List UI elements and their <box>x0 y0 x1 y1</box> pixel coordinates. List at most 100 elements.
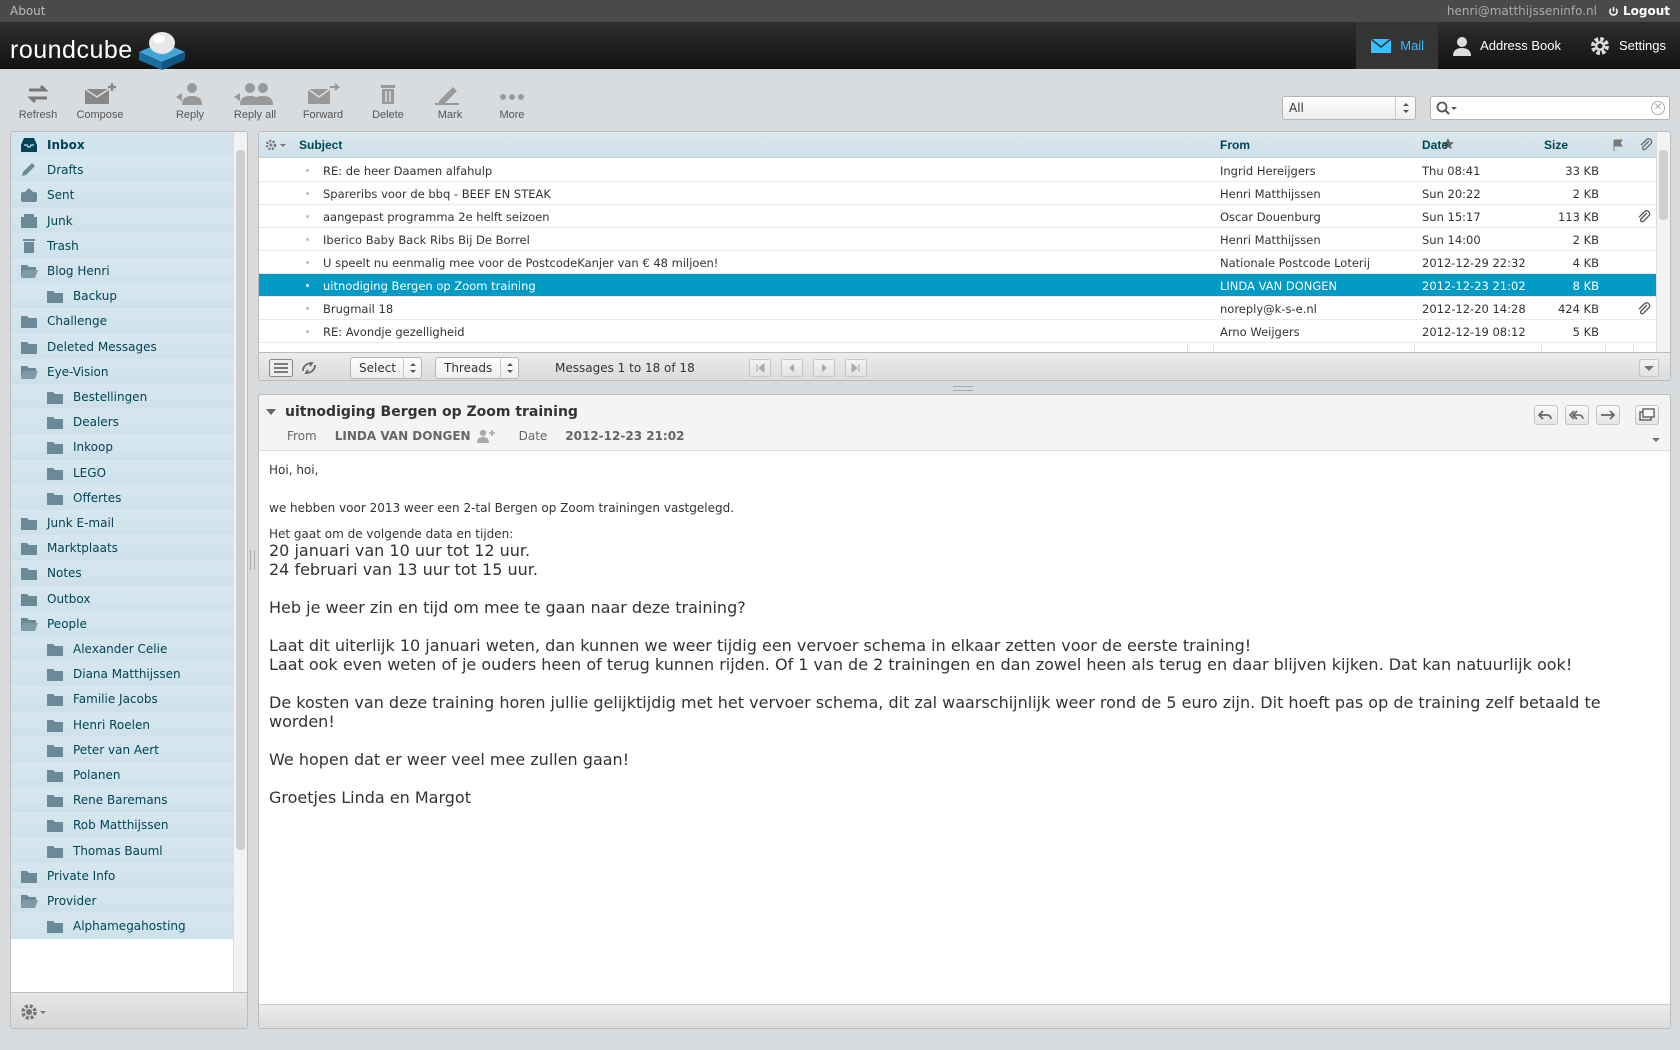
sent-icon <box>19 187 39 203</box>
folder-icon <box>19 515 39 531</box>
folder-item-bestellingen[interactable]: Bestellingen <box>11 384 233 411</box>
folder-item-familie-jacobs[interactable]: Familie Jacobs <box>11 686 233 714</box>
more-button[interactable]: More <box>482 83 542 121</box>
col-date[interactable]: Date <box>1422 138 1448 152</box>
filter-select[interactable]: All <box>1282 96 1416 120</box>
folder-item-offertes[interactable]: Offertes <box>11 484 233 512</box>
task-settings[interactable]: Settings <box>1575 22 1680 69</box>
compose-button[interactable]: Compose <box>70 83 130 121</box>
folder-item-eye-vision[interactable]: Eye-Vision <box>11 358 233 386</box>
collapse-header-icon[interactable] <box>265 407 277 417</box>
preview-reply-button[interactable] <box>1534 405 1558 425</box>
folder-item-polanen[interactable]: Polanen <box>11 762 233 789</box>
list-options-icon[interactable] <box>265 139 289 151</box>
vertical-splitter[interactable] <box>250 550 255 570</box>
preview-header: uitnodiging Bergen op Zoom training From… <box>259 395 1670 451</box>
folder-item-marktplaats[interactable]: Marktplaats <box>11 535 233 563</box>
folder-item-provider[interactable]: Provider <box>11 888 233 915</box>
open-new-window-button[interactable] <box>1635 405 1659 425</box>
folder-item-lego[interactable]: LEGO <box>11 459 233 487</box>
attachment-icon[interactable] <box>1639 138 1653 152</box>
folder-settings-icon[interactable] <box>20 1003 48 1021</box>
folder-item-alphamegahosting[interactable]: Alphamegahosting <box>11 913 233 941</box>
about-link[interactable]: About <box>10 4 45 18</box>
folder-item-drafts[interactable]: Drafts <box>11 157 233 185</box>
folder-item-peter-van-aert[interactable]: Peter van Aert <box>11 736 233 764</box>
thread-toggle-icon[interactable] <box>301 361 319 375</box>
first-page-button[interactable] <box>749 359 771 377</box>
folder-item-inkoop[interactable]: Inkoop <box>11 434 233 462</box>
message-row[interactable]: U speelt nu eenmalig mee voor de Postcod… <box>259 251 1657 274</box>
list-menu-button[interactable] <box>1639 359 1659 377</box>
reply-all-button[interactable]: Reply all <box>225 83 285 121</box>
threads-dropdown[interactable]: Threads <box>435 357 519 379</box>
message-row[interactable]: Iberico Baby Back Ribs Bij De Borrel Hen… <box>259 228 1657 251</box>
forward-button[interactable]: Forward <box>293 83 353 121</box>
search-clear-icon[interactable]: ✕ <box>1651 101 1665 115</box>
folder-item-rob-matthijssen[interactable]: Rob Matthijssen <box>11 812 233 840</box>
folder-icon <box>45 767 65 783</box>
search-icon <box>1436 101 1457 115</box>
message-row[interactable]: RE: Avondje gezelligheid Arno Weijgers 2… <box>259 320 1657 343</box>
folder-item-thomas-bauml[interactable]: Thomas Bauml <box>11 837 233 865</box>
message-list-scrollbar[interactable] <box>1656 132 1670 352</box>
preview-reply-all-button[interactable] <box>1565 405 1589 425</box>
add-contact-icon[interactable] <box>476 429 495 443</box>
folder-item-backup[interactable]: Backup <box>11 283 233 311</box>
folder-item-deleted-messages[interactable]: Deleted Messages <box>11 333 233 361</box>
message-subject: RE: Avondje gezelligheid <box>323 325 465 339</box>
mark-button[interactable]: Mark <box>420 83 480 121</box>
folder-item-notes[interactable]: Notes <box>11 560 233 588</box>
scrollbar-thumb[interactable] <box>1659 150 1668 220</box>
folder-item-junk[interactable]: Junk <box>11 207 233 235</box>
preview-forward-button[interactable] <box>1596 405 1620 425</box>
task-addressbook[interactable]: Address Book <box>1438 22 1575 69</box>
body-paragraph: Laat dit uiterlijk 10 januari weten, dan… <box>269 636 1252 655</box>
next-page-button[interactable] <box>813 359 835 377</box>
folder-item-people[interactable]: People <box>11 610 233 638</box>
headers-toggle-icon[interactable] <box>1650 435 1662 445</box>
logout-button[interactable]: Logout <box>1608 4 1670 18</box>
col-size[interactable]: Size <box>1544 138 1568 152</box>
folder-item-rene-baremans[interactable]: Rene Baremans <box>11 787 233 815</box>
task-mail[interactable]: Mail <box>1356 22 1439 69</box>
refresh-button[interactable]: Refresh <box>8 83 68 121</box>
prev-page-button[interactable] <box>781 359 803 377</box>
first-page-icon <box>756 362 765 374</box>
col-subject[interactable]: Subject <box>299 138 342 152</box>
folder-item-trash[interactable]: Trash <box>11 232 233 260</box>
message-row[interactable]: RE: de heer Daamen alfahulp Ingrid Herei… <box>259 159 1657 182</box>
list-view-icon[interactable] <box>269 359 293 377</box>
folder-item-outbox[interactable]: Outbox <box>11 585 233 613</box>
folder-list-scrollbar[interactable] <box>233 132 247 992</box>
reply-button[interactable]: Reply <box>160 83 220 121</box>
body-signature: Groetjes Linda en Margot <box>269 788 471 807</box>
scrollbar-thumb[interactable] <box>236 150 245 850</box>
message-row[interactable]: aangepast programma 2e helft seizoen Osc… <box>259 205 1657 228</box>
folder-item-challenge[interactable]: Challenge <box>11 308 233 336</box>
message-row[interactable]: uitnodiging Bergen op Zoom training LIND… <box>259 274 1657 297</box>
message-from: Henri Matthijssen <box>1220 187 1321 201</box>
message-row[interactable]: Brugmail 18 noreply@k-s-e.nl 2012-12-20 … <box>259 297 1657 320</box>
horizontal-splitter[interactable] <box>953 386 973 391</box>
folder-item-junk-e-mail[interactable]: Junk E-mail <box>11 510 233 537</box>
delete-button[interactable]: Delete <box>358 83 418 121</box>
folder-item-sent[interactable]: Sent <box>11 182 233 210</box>
select-dropdown[interactable]: Select <box>350 357 422 379</box>
col-from[interactable]: From <box>1220 138 1250 152</box>
unread-dot-icon <box>306 307 309 310</box>
last-page-button[interactable] <box>845 359 867 377</box>
folder-item-alexander-celie[interactable]: Alexander Celie <box>11 636 233 663</box>
folder-item-henri-roelen[interactable]: Henri Roelen <box>11 711 233 739</box>
folder-label: Bestellingen <box>73 390 148 404</box>
flag-icon[interactable] <box>1612 139 1624 151</box>
folder-item-private-info[interactable]: Private Info <box>11 862 233 890</box>
message-row[interactable]: Spareribs voor de bbq - BEEF EN STEAK He… <box>259 182 1657 205</box>
folder-item-dealers[interactable]: Dealers <box>11 409 233 437</box>
folder-item-blog-henri[interactable]: Blog Henri <box>11 258 233 285</box>
from-sender[interactable]: LINDA VAN DONGEN <box>335 429 471 443</box>
folder-icon <box>45 465 65 481</box>
folder-item-inbox[interactable]: Inbox <box>11 132 233 159</box>
search-input[interactable]: ✕ <box>1430 96 1670 120</box>
folder-item-diana-matthijssen[interactable]: Diana Matthijssen <box>11 661 233 689</box>
